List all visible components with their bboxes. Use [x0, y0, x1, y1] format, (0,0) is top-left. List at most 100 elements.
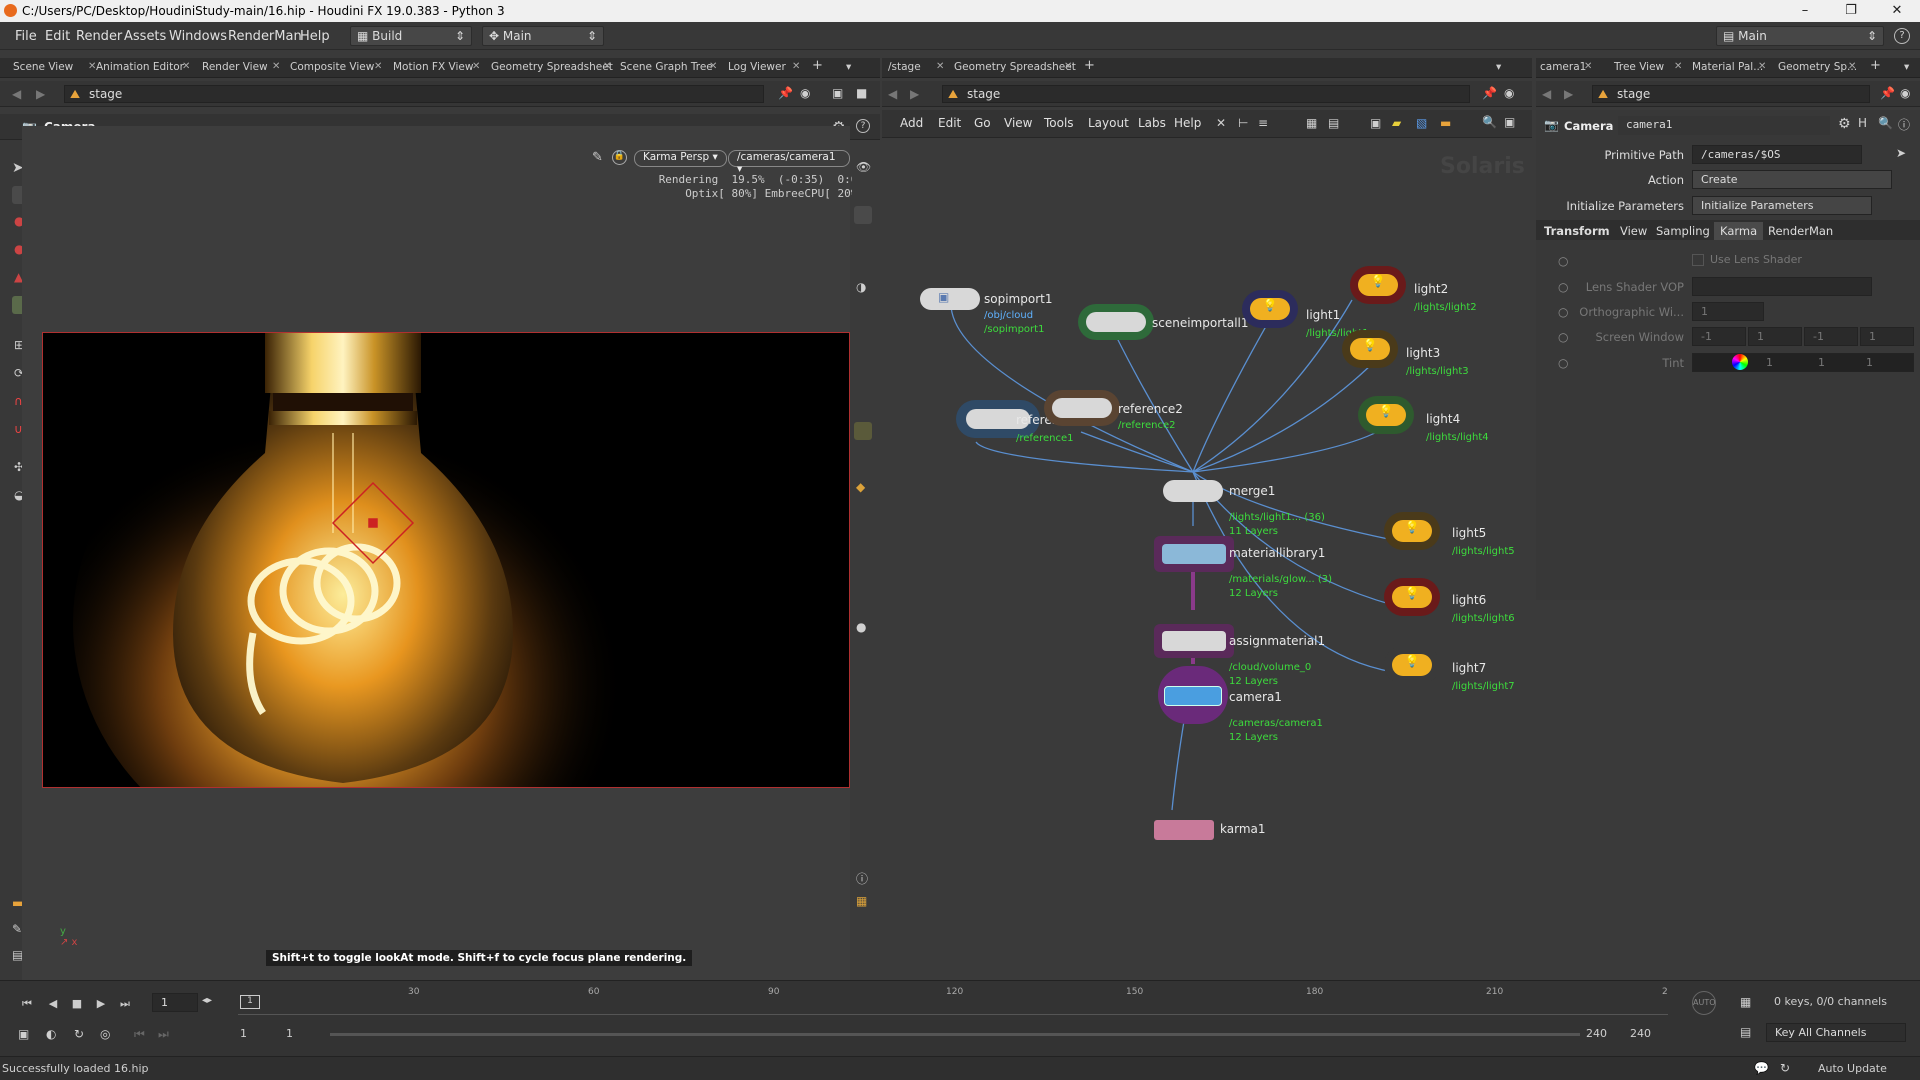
renderer-dropdown[interactable]: Karma Persp ▾ [634, 150, 727, 167]
grid-view-icon[interactable]: ▦ [1306, 116, 1317, 130]
menu-assets[interactable]: Assets [124, 29, 166, 44]
link-icon[interactable]: ◉ [800, 86, 810, 100]
ortho-width-field[interactable]: 1 [1692, 302, 1764, 321]
light5-node[interactable]: 💡 [1392, 520, 1432, 542]
karma1-node[interactable] [1154, 820, 1214, 840]
add-tab-icon[interactable]: + [1084, 58, 1095, 73]
camera-dropdown[interactable]: /cameras/camera1 ▾ [728, 150, 850, 175]
use-lens-shader-checkbox[interactable] [1692, 254, 1704, 266]
range-end-icon[interactable]: ⏭ [158, 1027, 169, 1042]
auto-key-icon[interactable]: AUTO [1692, 991, 1716, 1015]
pin-icon[interactable]: 📌 [1482, 86, 1497, 100]
global-anim-icon[interactable]: ◎ [100, 1027, 110, 1041]
tab-composite-view[interactable]: Composite View [290, 61, 374, 73]
zoom-icon[interactable]: 🔍 [1878, 116, 1893, 130]
menu-render[interactable]: Render [76, 29, 122, 44]
net-menu-add[interactable]: Add [900, 116, 923, 130]
close-tab-icon[interactable]: ✕ [603, 61, 611, 72]
net-menu-help[interactable]: Help [1174, 116, 1201, 130]
desktop-dropdown[interactable]: ▦ Build ⇕ [350, 26, 472, 46]
net-menu-layout[interactable]: Layout [1088, 116, 1129, 130]
right-desktop-dropdown[interactable]: ▤ Main ⇕ [1716, 26, 1884, 46]
tab-geometry-spreadsheet[interactable]: Geometry Spreadsheet [491, 61, 613, 73]
goto-end-icon[interactable]: ⏭ [116, 997, 134, 1013]
menu-edit[interactable]: Edit [45, 29, 70, 44]
node-name-field[interactable]: camera1 [1618, 116, 1830, 135]
keys-icon[interactable]: ▦ [1740, 995, 1751, 1009]
screen-window-x2[interactable]: 1 [1748, 327, 1802, 346]
light6-node[interactable]: 💡 [1392, 586, 1432, 608]
net-menu-tools[interactable]: Tools [1044, 116, 1074, 130]
net-menu-view[interactable]: View [1004, 116, 1032, 130]
close-tab-icon[interactable]: ✕ [1758, 61, 1766, 72]
display-options-icon[interactable]: 👁 [856, 160, 871, 174]
tab-mid-geometry-spreadsheet[interactable]: Geometry Spreadsheet [954, 61, 1076, 73]
close-tab-icon[interactable]: ✕ [1584, 61, 1592, 72]
tab-camera1-params[interactable]: camera1 [1540, 61, 1586, 73]
sceneimportall1-node[interactable] [1086, 312, 1146, 332]
hscript-icon[interactable]: H [1858, 116, 1867, 130]
light1-node[interactable]: 💡 [1250, 298, 1290, 320]
info-icon[interactable]: ⓘ [1898, 116, 1910, 133]
list-icon[interactable]: ≡ [1258, 116, 1268, 130]
realtime-icon[interactable]: ▣ [18, 1027, 29, 1041]
tree-icon[interactable]: ⊢ [1238, 116, 1248, 130]
stop-icon[interactable]: ■ [68, 997, 86, 1013]
gear-icon[interactable]: ⚙ [1838, 116, 1851, 132]
range-end2-field[interactable]: 240 [1630, 1027, 1651, 1040]
help-icon[interactable]: ? [1894, 28, 1910, 44]
chat-icon[interactable]: 💬 [1754, 1061, 1769, 1075]
wrench-icon[interactable]: ✕ [1216, 116, 1226, 130]
tab-scene-view[interactable]: Scene View [13, 61, 73, 73]
key-all-channels-dropdown[interactable]: Key All Channels [1766, 1023, 1906, 1042]
back-arrow-icon[interactable]: ◀ [1542, 87, 1551, 101]
sphere-icon[interactable]: ● [856, 620, 866, 634]
close-button[interactable]: ✕ [1874, 0, 1920, 22]
goto-start-icon[interactable]: ⏮ [18, 997, 36, 1013]
range-start-icon[interactable]: ⏮ [134, 1027, 145, 1042]
left-path-field[interactable]: stage [64, 85, 764, 103]
reference2-node[interactable] [1052, 398, 1112, 418]
tab-log-viewer[interactable]: Log Viewer [728, 61, 786, 73]
info-icon[interactable]: ⓘ [856, 870, 868, 887]
refresh-icon[interactable]: ↻ [1780, 1061, 1790, 1075]
key-channels-icon[interactable]: ▤ [1740, 1025, 1751, 1039]
tab-sampling[interactable]: Sampling [1650, 222, 1716, 240]
tab-tree-view[interactable]: Tree View [1614, 61, 1664, 73]
step-frame-icon[interactable]: ◂▸ [202, 995, 212, 1006]
sopimport1-node[interactable] [920, 288, 980, 310]
close-tab-icon[interactable]: ✕ [1674, 61, 1682, 72]
tab-motion-fx-view[interactable]: Motion FX View [393, 61, 473, 73]
layout-icon[interactable]: ▣ [832, 86, 843, 100]
light3-node[interactable]: 💡 [1350, 338, 1390, 360]
tab-renderman[interactable]: RenderMan [1762, 222, 1839, 240]
select-arrow-icon[interactable]: ➤ [1896, 146, 1906, 160]
tab-render-view[interactable]: Render View [202, 61, 268, 73]
tab-view[interactable]: View [1614, 222, 1653, 240]
camera1-node[interactable] [1164, 686, 1222, 706]
right-path-field[interactable]: stage [1592, 85, 1870, 103]
zoom-icon[interactable]: 🔍 [1482, 115, 1497, 129]
pencil-icon[interactable]: ✎ [592, 150, 603, 165]
close-tab-icon[interactable]: ✕ [374, 61, 382, 72]
close-tab-icon[interactable]: ✕ [1848, 61, 1856, 72]
help-icon[interactable]: ? [856, 119, 870, 133]
forward-arrow-icon[interactable]: ▶ [36, 87, 45, 101]
merge1-node[interactable] [1163, 480, 1223, 502]
menu-file[interactable]: File [15, 29, 37, 44]
tab-stage-network[interactable]: /stage [888, 61, 921, 73]
lock-camera-icon[interactable]: 🔒 [612, 150, 627, 165]
grid-icon[interactable]: ▦ [856, 894, 867, 908]
tint-field[interactable] [1692, 353, 1914, 372]
menu-help[interactable]: Help [300, 29, 330, 44]
screen-window-x1[interactable]: -1 [1692, 327, 1746, 346]
range-start-field[interactable]: 1 [240, 1027, 247, 1040]
add-tab-icon[interactable]: + [812, 58, 823, 73]
primitive-path-field[interactable]: /cameras/$OS [1692, 145, 1862, 164]
pane-menu-icon[interactable]: ▾ [1904, 61, 1909, 73]
tab-material-palette[interactable]: Material Pal... [1692, 61, 1763, 73]
step-back-icon[interactable]: ◀ [44, 997, 62, 1013]
pin-icon[interactable]: 📌 [778, 86, 793, 100]
lens-shader-vop-field[interactable] [1692, 277, 1872, 296]
range-end-field[interactable]: 240 [1586, 1027, 1607, 1040]
